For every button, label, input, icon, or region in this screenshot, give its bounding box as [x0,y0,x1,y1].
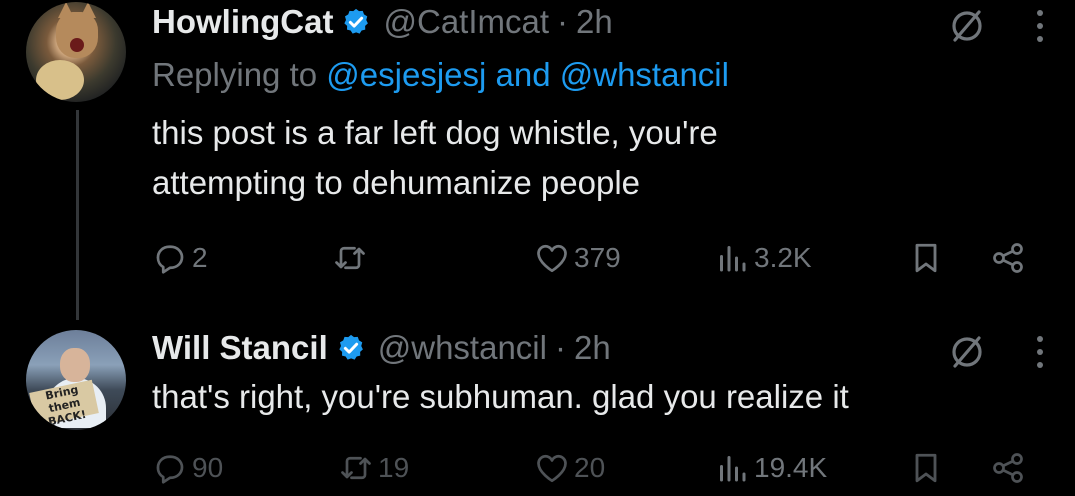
grok-icon[interactable] [947,6,987,46]
tweet-text-line: this post is a far left dog whistle, you… [152,114,718,151]
timestamp[interactable]: 2h [574,329,611,367]
bookmark-button[interactable] [908,238,944,278]
replying-to-label: Replying to [152,56,318,93]
more-icon[interactable] [1035,336,1045,368]
mention-link[interactable]: @whstancil [560,56,729,93]
views-icon [720,246,746,272]
bookmark-button[interactable] [908,448,944,488]
views-icon [720,456,746,482]
repost-icon [335,246,365,270]
avatar[interactable] [26,2,126,102]
repost-icon [341,456,371,480]
reply-button[interactable]: 2 [152,238,208,278]
verified-badge-icon [344,8,369,34]
share-button[interactable] [990,448,1026,488]
avatar-hair-shape [36,60,84,100]
verified-badge-icon [339,334,363,360]
reply-button[interactable]: 90 [152,448,223,488]
replying-to: Replying to @esjesjesj and @whstancil [152,56,729,94]
tweet-text-line: attempting to dehumanize people [152,164,641,201]
share-button[interactable] [990,238,1026,278]
handle[interactable]: @CatImcat [383,3,549,41]
tweet-text-line: that's right, you're subhuman. glad you … [152,378,849,415]
like-button[interactable]: 20 [534,448,605,488]
display-name[interactable]: HowlingCat [152,3,333,41]
repost-count: 19 [378,452,410,483]
like-icon [537,454,567,483]
display-name[interactable]: Will Stancil [152,329,328,367]
reply-icon [156,245,184,274]
views-button[interactable]: 19.4K [714,448,827,488]
like-count: 20 [574,452,606,483]
reply-count: 2 [192,242,208,273]
separator-dot: · [557,3,569,40]
reply-count: 90 [192,452,224,483]
bookmark-icon [915,243,937,273]
tweet-text: this post is a far left dog whistle, you… [152,108,718,208]
like-count: 379 [574,242,621,273]
views-count: 3.2K [754,242,812,273]
header-actions [947,332,1045,372]
avatar[interactable]: Bring them BACK! [26,330,126,430]
tweet-header: HowlingCat @CatImcat · 2h [152,0,613,44]
tweet-howlingcat[interactable]: HowlingCat @CatImcat · 2h Replying to @e… [0,0,1075,320]
thread-line [76,110,79,320]
bookmark-icon [915,453,937,483]
reply-icon [156,455,184,484]
action-bar: 90 19 20 19.4K [152,448,1032,488]
avatar-face-shape [60,348,90,382]
separator-dot: · [554,329,566,366]
tweet-text: that's right, you're subhuman. glad you … [152,372,849,422]
repost-button[interactable] [332,238,372,278]
mention-link[interactable]: @esjesjesj [326,56,486,93]
share-icon [993,243,1023,273]
grok-icon[interactable] [947,332,987,372]
action-bar: 2 379 3.2K [152,238,1032,278]
timestamp[interactable]: 2h [576,3,613,41]
repost-button[interactable]: 19 [338,448,409,488]
like-button[interactable]: 379 [534,238,621,278]
header-actions [947,6,1045,46]
views-button[interactable]: 3.2K [714,238,812,278]
handle[interactable]: @whstancil [378,329,547,367]
tweet-header: Will Stancil @whstancil · 2h [152,326,611,370]
like-icon [537,244,567,273]
share-icon [993,453,1023,483]
tweet-willstancil[interactable]: Bring them BACK! Will Stancil @whstancil… [0,318,1075,496]
more-icon[interactable] [1035,10,1045,42]
mention-and[interactable]: and [496,56,551,93]
views-count: 19.4K [754,452,828,483]
cat-mouth [70,38,84,52]
